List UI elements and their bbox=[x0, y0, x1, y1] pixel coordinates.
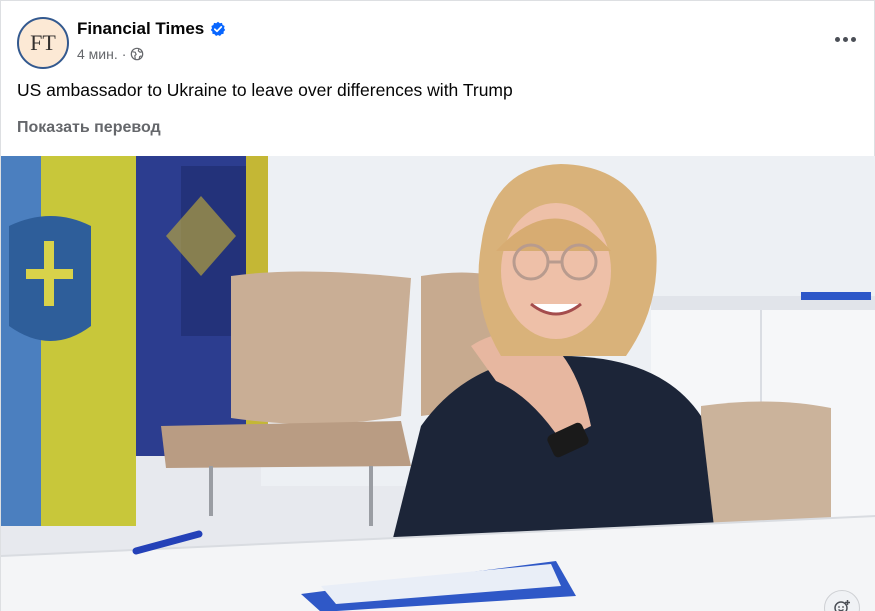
page-name-row: Financial Times bbox=[77, 19, 226, 39]
verified-badge-icon bbox=[211, 21, 226, 36]
post-header: FT Financial Times 4 мин. · bbox=[17, 17, 860, 69]
post-message: US ambassador to Ukraine to leave over d… bbox=[17, 80, 513, 100]
more-options-icon[interactable] bbox=[830, 29, 860, 49]
meta-separator: · bbox=[121, 46, 127, 62]
show-translation-link[interactable]: Показать перевод bbox=[17, 119, 161, 137]
timestamp-link[interactable]: 4 мин. bbox=[77, 46, 118, 62]
page-name-link[interactable]: Financial Times bbox=[77, 19, 204, 39]
page-avatar[interactable]: FT bbox=[17, 17, 69, 69]
post-meta: 4 мин. · bbox=[77, 46, 144, 62]
post-photo-illustration bbox=[1, 156, 875, 611]
facebook-post: FT Financial Times 4 мин. · US ambassado… bbox=[0, 0, 875, 611]
globe-icon[interactable] bbox=[130, 47, 144, 61]
avatar-logo-text: FT bbox=[30, 30, 56, 55]
post-photo[interactable] bbox=[1, 156, 875, 611]
